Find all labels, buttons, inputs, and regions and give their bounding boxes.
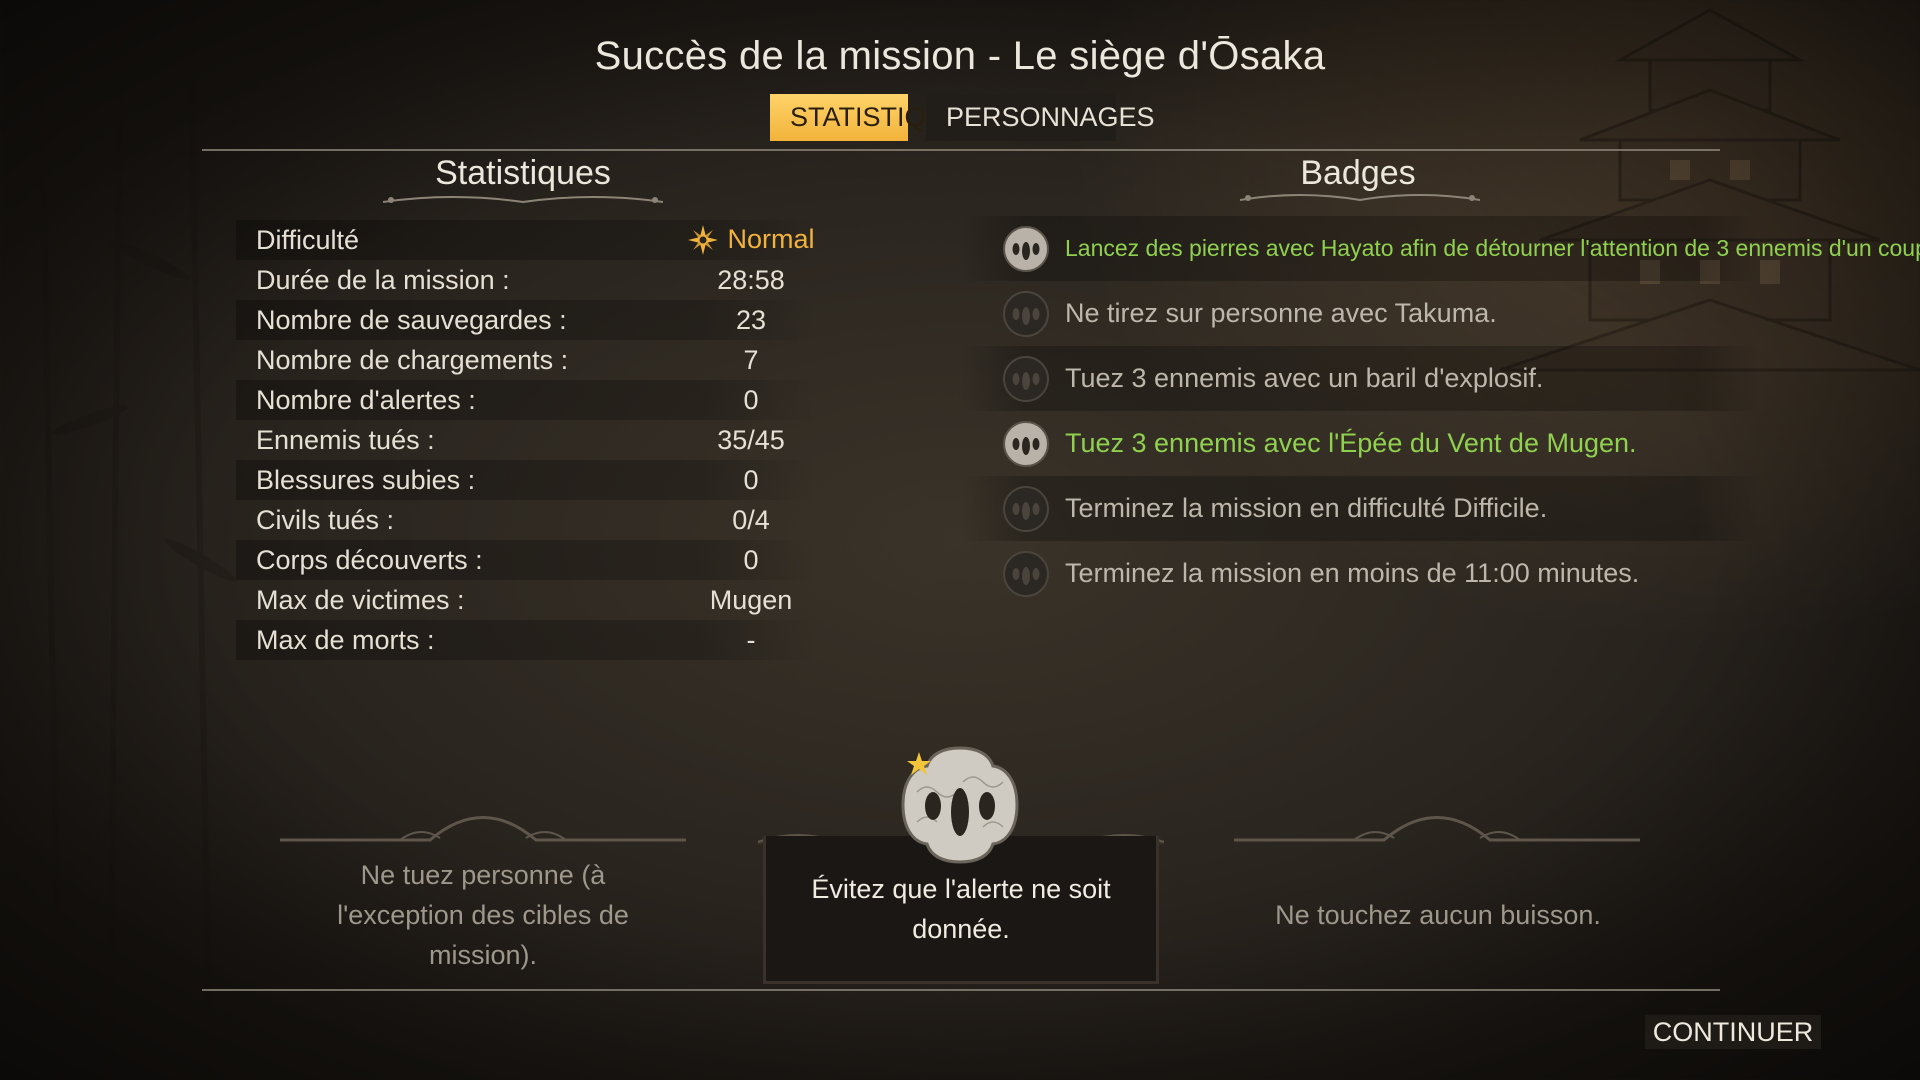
stat-value: Normal <box>666 224 836 257</box>
stat-label: Blessures subies : <box>256 464 476 495</box>
stat-value: 0 <box>743 384 759 415</box>
stat-label: Corps découverts : <box>256 544 483 575</box>
stat-row: Nombre de chargements : 7 <box>236 340 816 380</box>
badge-row: Terminez la mission en difficulté Diffic… <box>960 476 1760 541</box>
badge-row: Tuez 3 ennemis avec un baril d'explosif. <box>960 346 1760 411</box>
stats-table: Difficulté Normal Durée de la mission : … <box>236 220 816 660</box>
tab-statistiques[interactable]: STATISTIQUES <box>770 94 981 141</box>
screen-title: Succès de la mission - Le siège d'Ōsaka <box>594 34 1326 78</box>
stat-label: Nombre de sauvegardes : <box>256 304 567 335</box>
badge-text: Ne tirez sur personne avec Takuma. <box>1065 298 1497 328</box>
shuriken-icon <box>688 225 719 256</box>
badge-row: Tuez 3 ennemis avec l'Épée du Vent de Mu… <box>960 411 1760 476</box>
stats-title-ornament <box>383 196 663 204</box>
stat-row: Blessures subies : 0 <box>236 460 816 500</box>
stat-value: 0 <box>743 544 759 575</box>
stat-label: Max de victimes : <box>256 584 465 615</box>
challenge-card-right: Ne touchez aucun buisson. <box>1275 900 1601 930</box>
tsuba-medal-icon <box>901 746 1019 864</box>
badge-text: Tuez 3 ennemis avec un baril d'explosif. <box>1065 363 1544 393</box>
stat-label: Ennemis tués : <box>256 424 435 455</box>
badge-text: Lancez des pierres avec Hayato afin de d… <box>1065 235 1920 261</box>
stat-label: Civils tués : <box>256 504 395 535</box>
stat-row: Corps découverts : 0 <box>236 540 816 580</box>
difficulty-value: Normal <box>727 223 815 254</box>
stat-row: Civils tués : 0/4 <box>236 500 816 540</box>
stat-value: 35/45 <box>717 424 785 455</box>
stat-label: Max de morts : <box>256 624 435 655</box>
stat-label: Durée de la mission : <box>256 264 510 295</box>
badge-row: Terminez la mission en moins de 11:00 mi… <box>960 541 1760 606</box>
stat-value: 28:58 <box>717 264 785 295</box>
tsuba-badge-icon <box>1003 225 1049 272</box>
stat-row: Nombre de sauvegardes : 23 <box>236 300 816 340</box>
stat-row: Ennemis tués : 35/45 <box>236 420 816 460</box>
stat-row: Durée de la mission : 28:58 <box>236 260 816 300</box>
tab-bar: STATISTIQUES PERSONNAGES <box>770 94 1155 141</box>
tsuba-badge-icon <box>1003 355 1049 402</box>
stat-label: Nombre d'alertes : <box>256 384 476 415</box>
badges-list: Lancez des pierres avec Hayato afin de d… <box>960 216 1920 606</box>
stat-value: 0 <box>743 464 759 495</box>
badge-text: Tuez 3 ennemis avec l'Épée du Vent de Mu… <box>1065 428 1637 458</box>
tsuba-badge-icon <box>1003 290 1049 337</box>
tab-personnages[interactable]: PERSONNAGES <box>926 94 1155 141</box>
stat-row: Nombre d'alertes : 0 <box>236 380 816 420</box>
stat-row: Difficulté Normal <box>236 220 816 260</box>
stat-row: Max de victimes : Mugen <box>236 580 816 620</box>
continue-button[interactable]: CONTINUER <box>1645 1015 1821 1049</box>
badge-row: Ne tirez sur personne avec Takuma. <box>960 281 1760 346</box>
tsuba-badge-icon <box>1003 550 1049 597</box>
challenge-card-left: Ne tuez personne (à l'exception des cibl… <box>337 860 629 970</box>
badge-text: Terminez la mission en difficulté Diffic… <box>1065 493 1548 523</box>
stat-value: 23 <box>735 304 767 335</box>
tsuba-badge-icon <box>1003 420 1049 467</box>
stat-label: Difficulté <box>256 224 360 255</box>
stat-value: - <box>746 624 756 655</box>
tsuba-badge-icon <box>1003 485 1049 532</box>
stat-row: Max de morts : - <box>236 620 816 660</box>
top-divider <box>202 149 1720 151</box>
badge-row: Lancez des pierres avec Hayato afin de d… <box>960 216 1920 281</box>
stats-title: Statistiques <box>435 154 611 192</box>
stat-value: 0/4 <box>732 504 770 535</box>
stat-value: Mugen <box>709 584 793 615</box>
background-bamboo <box>35 0 237 1080</box>
stat-label: Nombre de chargements : <box>256 344 569 375</box>
badge-text: Terminez la mission en moins de 11:00 mi… <box>1065 558 1640 588</box>
stat-value: 7 <box>743 344 759 375</box>
badges-title-ornament <box>1240 194 1480 202</box>
